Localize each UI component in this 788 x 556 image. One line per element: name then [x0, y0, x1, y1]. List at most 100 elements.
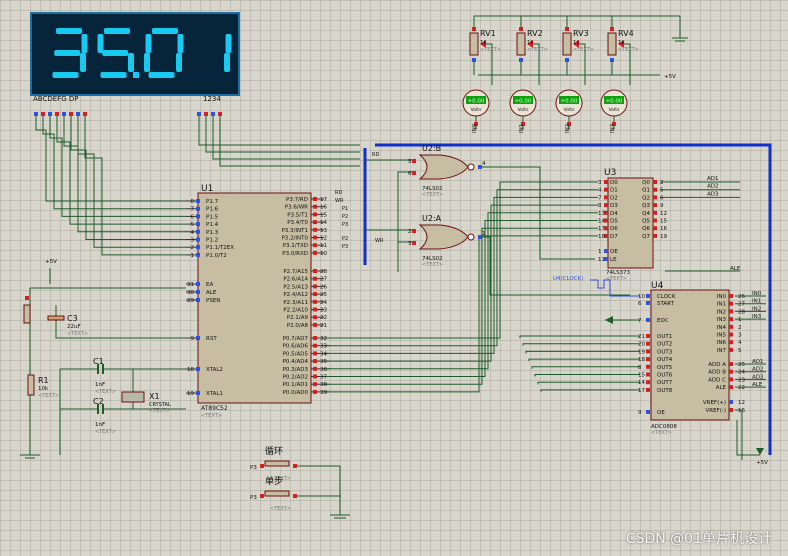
- pin-marker: [653, 187, 657, 192]
- potentiometer-text: <TEXT>: [573, 47, 594, 53]
- digit-pin-label: 1234: [203, 95, 221, 103]
- button-label-1: 循环: [265, 445, 283, 457]
- u3-pin-num: 4: [598, 188, 602, 194]
- resistor-r1: [27, 374, 35, 396]
- digit-3-segment-f: [145, 34, 152, 53]
- u1-pin-name: P0.7/AD7: [283, 336, 309, 342]
- pin-marker: [519, 58, 523, 62]
- u4-pin-name: VREF(-): [706, 408, 727, 414]
- pin-marker: [472, 27, 476, 31]
- u4-pin-num: 6: [638, 301, 642, 307]
- u4-pin-name: IN0: [717, 294, 727, 300]
- u4-pin-num: 17: [638, 388, 645, 394]
- labels: U1AT89C52<TEXT>P1.78P1.67P1.56P1.45P1.34…: [38, 29, 768, 512]
- u1-pin-num: 23: [320, 308, 327, 314]
- u2a-ref: U2:A: [422, 214, 442, 223]
- u4-pin-num: 2: [738, 325, 742, 331]
- pin-marker: [646, 349, 650, 354]
- u1-pin-name: P3.5/T1: [287, 212, 308, 218]
- u4-pin-name: ADD B: [708, 370, 726, 376]
- u3-pin-name: D4: [610, 211, 618, 217]
- pin-marker: [62, 112, 66, 116]
- pin-marker: [729, 332, 733, 337]
- pin-marker: [313, 374, 317, 379]
- pin-marker: [260, 494, 264, 498]
- u1-net-label: WR: [335, 198, 344, 204]
- u1-pin-num: 25: [320, 292, 327, 298]
- u1-pin-num: 6: [191, 214, 195, 220]
- u3-pin-name: D3: [610, 203, 618, 209]
- u3-pin-num: 6: [660, 195, 664, 201]
- u4-pin-name: OUT8: [657, 388, 673, 394]
- pin-marker: [313, 307, 317, 312]
- seven-segment-display[interactable]: [30, 12, 240, 96]
- u3-pin-num: 9: [660, 203, 664, 209]
- u3-pin-num: 7: [598, 195, 602, 201]
- u3-pin-num: 1: [598, 249, 602, 255]
- pin-marker: [412, 159, 416, 163]
- u1-net-label: P1: [342, 206, 348, 212]
- u2b-body: [418, 154, 469, 180]
- u4-text: <TEXT>: [651, 430, 672, 436]
- u2b-text: <TEXT>: [422, 192, 443, 198]
- u4-pin-name: VREF(+): [703, 400, 726, 406]
- u3-text: <TEXT>: [606, 276, 627, 282]
- potentiometer-ref: RV3: [573, 29, 589, 38]
- pin-marker: [196, 336, 200, 340]
- net-adc-address: ALE: [752, 382, 763, 388]
- u1-pin-num: 7: [191, 207, 195, 213]
- pin-marker: [610, 58, 614, 62]
- u1-pin-num: 16: [320, 205, 327, 211]
- u4-pin-num: 25: [738, 362, 745, 368]
- u2b-ref: U2:B: [422, 144, 441, 153]
- schematic-canvas[interactable]: U1 AT89C52 <TEXT> P1.7 8 P1.6 7 P1.5 6 P1.4 5 P1.3 4…: [0, 0, 788, 556]
- pin-marker: [313, 197, 317, 201]
- pin-marker: [69, 112, 73, 116]
- button-net: P3: [250, 495, 257, 501]
- adc-data-wire: [540, 389, 640, 392]
- digit-3-segment-e: [144, 53, 150, 72]
- u4-pin-num: 28: [738, 309, 745, 315]
- pin-marker: [646, 387, 650, 392]
- u1-net-label: P3: [342, 222, 348, 228]
- pin-marker: [653, 218, 657, 223]
- button-text: <TEXT>: [270, 506, 291, 512]
- u4-pin-num: 18: [638, 357, 645, 363]
- seven-segment-digits: [52, 28, 232, 78]
- pin-marker: [646, 357, 650, 362]
- vcc-wire: [611, 15, 680, 29]
- u4-pin-name: OUT2: [657, 342, 672, 348]
- net-wr: WR: [375, 238, 384, 244]
- voltmeter-reading: +0.00: [515, 99, 532, 105]
- potentiometer-3: [562, 32, 572, 56]
- adc-data-wire: [525, 350, 640, 354]
- u1-pin-name: P0.3/AD3: [283, 367, 309, 373]
- potentiometer-value: 1k: [573, 40, 580, 46]
- u1-pin-num: 36: [320, 367, 327, 373]
- digit-1-segment-a: [56, 28, 82, 34]
- pin-marker: [196, 229, 200, 234]
- pin-marker: [313, 276, 317, 281]
- u1-pin-num: 24: [320, 300, 327, 306]
- segment-wire: [63, 116, 186, 233]
- net-adc-input: IN1: [752, 299, 761, 305]
- reset-button: [23, 304, 31, 324]
- u2b-pin: 4: [482, 161, 486, 167]
- u1-pin-name: P1.6: [206, 207, 219, 213]
- u3-pin-name: LE: [610, 257, 617, 263]
- u1-pin-num: 33: [320, 344, 327, 350]
- pin-marker: [196, 391, 200, 395]
- pin-marker: [412, 241, 416, 245]
- pin-marker: [604, 203, 608, 208]
- net-adc-input: IN3: [752, 314, 762, 320]
- u3-pin-num: 13: [598, 211, 605, 217]
- u1-pin-name: P2.4/A12: [283, 292, 308, 298]
- pin-marker: [646, 294, 650, 298]
- pin-marker: [646, 410, 650, 414]
- push-button-1: [264, 460, 290, 467]
- u1-pin-name: P2.5/A13: [283, 284, 308, 290]
- pin-marker: [197, 112, 201, 116]
- u1-pin-num: 30: [187, 290, 194, 296]
- digit-select-wire: [198, 116, 360, 146]
- digit-1-segment-g: [54, 50, 81, 56]
